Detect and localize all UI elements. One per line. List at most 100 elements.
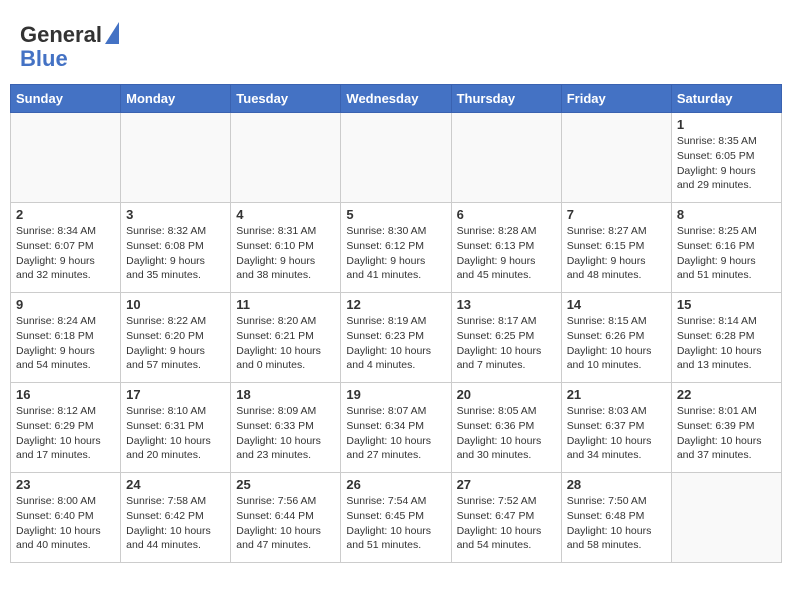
week-row-2: 9 Sunrise: 8:24 AM Sunset: 6:18 PM Daylig…	[11, 293, 782, 383]
day-number: 5	[346, 207, 445, 222]
page-header: General Blue	[10, 10, 782, 76]
day-info: Sunrise: 8:25 AM Sunset: 6:16 PM Dayligh…	[677, 224, 776, 283]
day-number: 7	[567, 207, 666, 222]
day-number: 21	[567, 387, 666, 402]
day-info: Sunrise: 8:12 AM Sunset: 6:29 PM Dayligh…	[16, 404, 115, 463]
weekday-friday: Friday	[561, 85, 671, 113]
day-info: Sunrise: 8:09 AM Sunset: 6:33 PM Dayligh…	[236, 404, 335, 463]
weekday-header-row: SundayMondayTuesdayWednesdayThursdayFrid…	[11, 85, 782, 113]
logo-blue: Blue	[20, 46, 68, 71]
calendar-cell-w1d3: 5 Sunrise: 8:30 AM Sunset: 6:12 PM Daylig…	[341, 203, 451, 293]
day-info: Sunrise: 8:31 AM Sunset: 6:10 PM Dayligh…	[236, 224, 335, 283]
day-info: Sunrise: 8:24 AM Sunset: 6:18 PM Dayligh…	[16, 314, 115, 373]
day-info: Sunrise: 8:22 AM Sunset: 6:20 PM Dayligh…	[126, 314, 225, 373]
calendar-cell-w1d2: 4 Sunrise: 8:31 AM Sunset: 6:10 PM Daylig…	[231, 203, 341, 293]
day-number: 10	[126, 297, 225, 312]
day-info: Sunrise: 8:19 AM Sunset: 6:23 PM Dayligh…	[346, 314, 445, 373]
calendar-cell-w2d2: 11Sunrise: 8:20 AM Sunset: 6:21 PM Dayli…	[231, 293, 341, 383]
logo: General Blue	[20, 20, 119, 71]
calendar-cell-w3d1: 17 Sunrise: 8:10 AM Sunset: 6:31 PM Dayli…	[121, 383, 231, 473]
calendar-cell-w0d0	[11, 113, 121, 203]
day-info: Sunrise: 8:00 AM Sunset: 6:40 PM Dayligh…	[16, 494, 115, 553]
calendar-cell-w3d4: 20 Sunrise: 8:05 AM Sunset: 6:36 PM Dayli…	[451, 383, 561, 473]
calendar-cell-w0d1	[121, 113, 231, 203]
day-info: Sunrise: 7:54 AM Sunset: 6:45 PM Dayligh…	[346, 494, 445, 553]
week-row-3: 16 Sunrise: 8:12 AM Sunset: 6:29 PM Dayli…	[11, 383, 782, 473]
day-number: 3	[126, 207, 225, 222]
calendar-cell-w2d0: 9 Sunrise: 8:24 AM Sunset: 6:18 PM Daylig…	[11, 293, 121, 383]
day-number: 23	[16, 477, 115, 492]
week-row-4: 23 Sunrise: 8:00 AM Sunset: 6:40 PM Dayli…	[11, 473, 782, 563]
day-number: 20	[457, 387, 556, 402]
day-number: 15	[677, 297, 776, 312]
calendar-table: SundayMondayTuesdayWednesdayThursdayFrid…	[10, 84, 782, 563]
calendar-cell-w3d2: 18 Sunrise: 8:09 AM Sunset: 6:33 PM Dayli…	[231, 383, 341, 473]
calendar-cell-w4d2: 25 Sunrise: 7:56 AM Sunset: 6:44 PM Dayli…	[231, 473, 341, 563]
calendar-cell-w1d0: 2 Sunrise: 8:34 AM Sunset: 6:07 PM Daylig…	[11, 203, 121, 293]
day-number: 26	[346, 477, 445, 492]
weekday-tuesday: Tuesday	[231, 85, 341, 113]
calendar-cell-w3d3: 19 Sunrise: 8:07 AM Sunset: 6:34 PM Dayli…	[341, 383, 451, 473]
calendar-cell-w0d4	[451, 113, 561, 203]
week-row-0: 1 Sunrise: 8:35 AM Sunset: 6:05 PM Daylig…	[11, 113, 782, 203]
calendar-cell-w4d5: 28Sunrise: 7:50 AM Sunset: 6:48 PM Dayli…	[561, 473, 671, 563]
day-number: 12	[346, 297, 445, 312]
day-info: Sunrise: 8:03 AM Sunset: 6:37 PM Dayligh…	[567, 404, 666, 463]
day-number: 18	[236, 387, 335, 402]
day-number: 14	[567, 297, 666, 312]
calendar-cell-w4d0: 23 Sunrise: 8:00 AM Sunset: 6:40 PM Dayli…	[11, 473, 121, 563]
day-number: 8	[677, 207, 776, 222]
logo-icon	[105, 22, 119, 44]
day-info: Sunrise: 8:15 AM Sunset: 6:26 PM Dayligh…	[567, 314, 666, 373]
day-number: 2	[16, 207, 115, 222]
calendar-cell-w2d6: 15Sunrise: 8:14 AM Sunset: 6:28 PM Dayli…	[671, 293, 781, 383]
calendar-cell-w3d5: 21 Sunrise: 8:03 AM Sunset: 6:37 PM Dayli…	[561, 383, 671, 473]
calendar-cell-w1d5: 7 Sunrise: 8:27 AM Sunset: 6:15 PM Daylig…	[561, 203, 671, 293]
day-info: Sunrise: 7:56 AM Sunset: 6:44 PM Dayligh…	[236, 494, 335, 553]
day-number: 4	[236, 207, 335, 222]
day-info: Sunrise: 8:34 AM Sunset: 6:07 PM Dayligh…	[16, 224, 115, 283]
day-info: Sunrise: 8:07 AM Sunset: 6:34 PM Dayligh…	[346, 404, 445, 463]
day-info: Sunrise: 7:52 AM Sunset: 6:47 PM Dayligh…	[457, 494, 556, 553]
day-info: Sunrise: 8:20 AM Sunset: 6:21 PM Dayligh…	[236, 314, 335, 373]
calendar-cell-w3d0: 16 Sunrise: 8:12 AM Sunset: 6:29 PM Dayli…	[11, 383, 121, 473]
day-info: Sunrise: 8:27 AM Sunset: 6:15 PM Dayligh…	[567, 224, 666, 283]
calendar-cell-w4d4: 27 Sunrise: 7:52 AM Sunset: 6:47 PM Dayli…	[451, 473, 561, 563]
day-number: 25	[236, 477, 335, 492]
day-number: 9	[16, 297, 115, 312]
weekday-wednesday: Wednesday	[341, 85, 451, 113]
day-number: 28	[567, 477, 666, 492]
day-info: Sunrise: 8:32 AM Sunset: 6:08 PM Dayligh…	[126, 224, 225, 283]
day-info: Sunrise: 8:30 AM Sunset: 6:12 PM Dayligh…	[346, 224, 445, 283]
calendar-cell-w2d5: 14 Sunrise: 8:15 AM Sunset: 6:26 PM Dayli…	[561, 293, 671, 383]
day-info: Sunrise: 8:10 AM Sunset: 6:31 PM Dayligh…	[126, 404, 225, 463]
day-info: Sunrise: 8:28 AM Sunset: 6:13 PM Dayligh…	[457, 224, 556, 283]
day-info: Sunrise: 8:05 AM Sunset: 6:36 PM Dayligh…	[457, 404, 556, 463]
day-number: 16	[16, 387, 115, 402]
day-number: 19	[346, 387, 445, 402]
day-number: 27	[457, 477, 556, 492]
day-number: 22	[677, 387, 776, 402]
weekday-monday: Monday	[121, 85, 231, 113]
weekday-thursday: Thursday	[451, 85, 561, 113]
calendar-cell-w0d5	[561, 113, 671, 203]
day-number: 6	[457, 207, 556, 222]
day-number: 17	[126, 387, 225, 402]
calendar-cell-w1d4: 6 Sunrise: 8:28 AM Sunset: 6:13 PM Daylig…	[451, 203, 561, 293]
day-info: Sunrise: 8:17 AM Sunset: 6:25 PM Dayligh…	[457, 314, 556, 373]
day-number: 24	[126, 477, 225, 492]
calendar-cell-w2d1: 10 Sunrise: 8:22 AM Sunset: 6:20 PM Dayli…	[121, 293, 231, 383]
logo-general: General	[20, 22, 102, 47]
day-info: Sunrise: 7:58 AM Sunset: 6:42 PM Dayligh…	[126, 494, 225, 553]
calendar-cell-w2d4: 13Sunrise: 8:17 AM Sunset: 6:25 PM Dayli…	[451, 293, 561, 383]
calendar-cell-w3d6: 22 Sunrise: 8:01 AM Sunset: 6:39 PM Dayli…	[671, 383, 781, 473]
calendar-cell-w1d1: 3 Sunrise: 8:32 AM Sunset: 6:08 PM Daylig…	[121, 203, 231, 293]
calendar-cell-w2d3: 12 Sunrise: 8:19 AM Sunset: 6:23 PM Dayli…	[341, 293, 451, 383]
week-row-1: 2 Sunrise: 8:34 AM Sunset: 6:07 PM Daylig…	[11, 203, 782, 293]
calendar-body: 1 Sunrise: 8:35 AM Sunset: 6:05 PM Daylig…	[11, 113, 782, 563]
day-info: Sunrise: 8:01 AM Sunset: 6:39 PM Dayligh…	[677, 404, 776, 463]
weekday-sunday: Sunday	[11, 85, 121, 113]
day-number: 1	[677, 117, 776, 132]
calendar-cell-w0d3	[341, 113, 451, 203]
day-info: Sunrise: 8:35 AM Sunset: 6:05 PM Dayligh…	[677, 134, 776, 193]
